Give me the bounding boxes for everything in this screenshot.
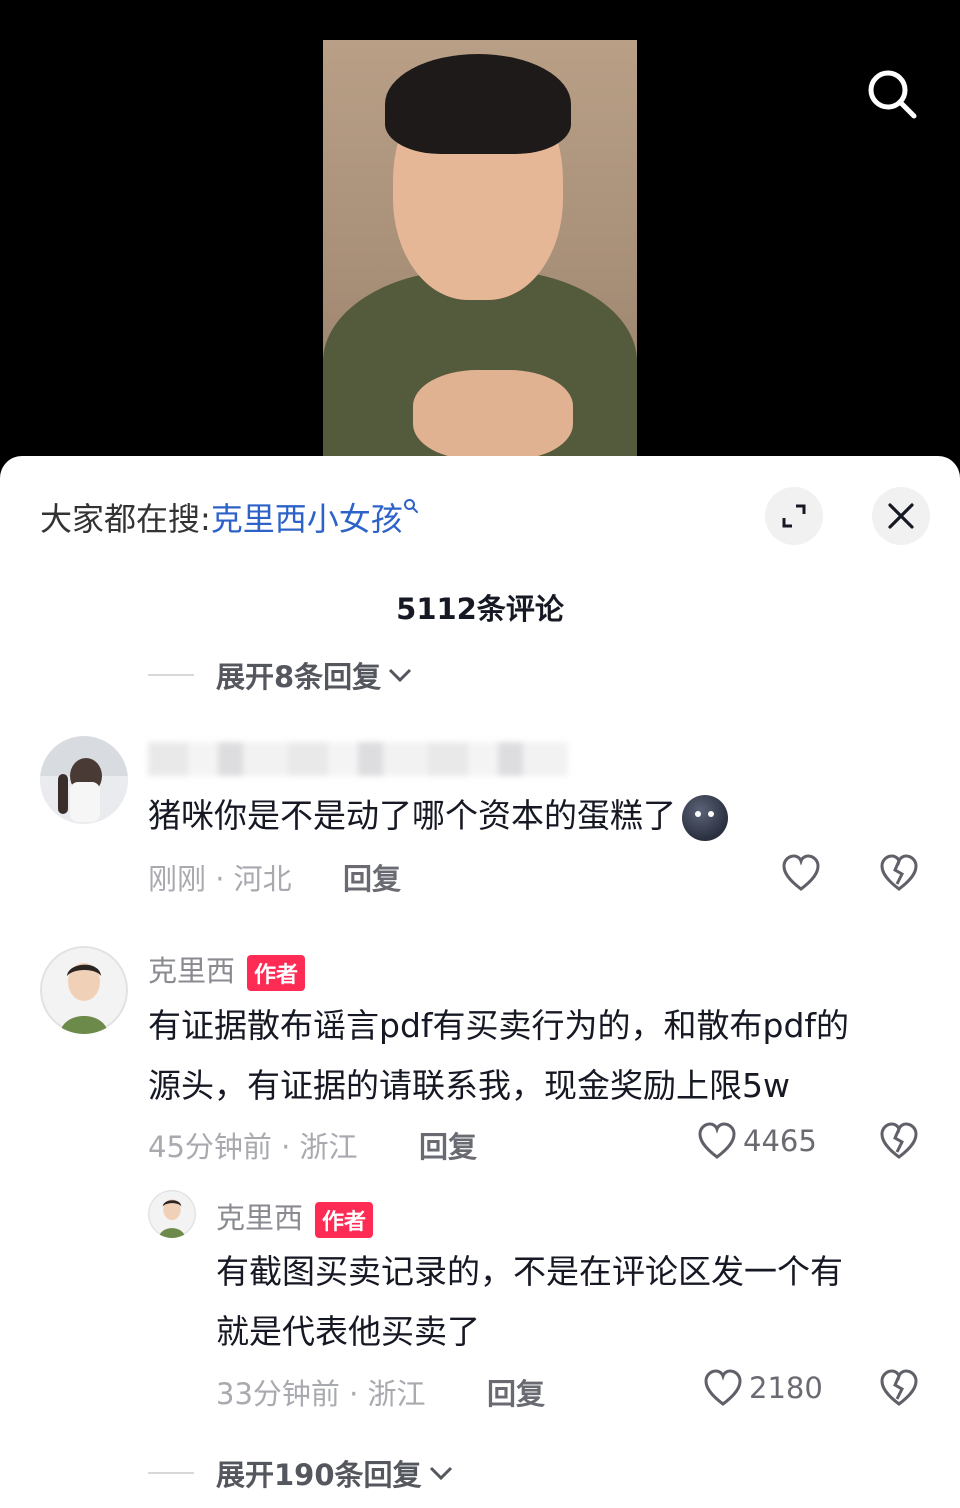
reply-text: 有截图买卖记录的，不是在评论区发一个有 就是代表他买卖了 [216, 1252, 843, 1351]
search-icon [868, 70, 917, 119]
avatar[interactable] [40, 736, 128, 824]
comment-count: 5112条评论 [396, 592, 564, 626]
author-name[interactable]: 克里西 作者 [216, 1195, 374, 1238]
user-avatar-image [40, 736, 128, 824]
search-small-icon [403, 499, 418, 513]
broken-heart-icon [880, 854, 918, 891]
expand-replies-label: 展开190条回复 [216, 1458, 422, 1492]
author-avatar-image [148, 1190, 196, 1238]
author-badge: 作者 [247, 955, 306, 991]
hot-search-bar[interactable]: 大家都在搜:克里西小女孩 [40, 494, 419, 540]
reply-button[interactable]: 回复 [343, 856, 401, 898]
like-button[interactable]: 2180 [703, 1369, 823, 1407]
chevron-down-icon [389, 668, 412, 683]
hot-search-term[interactable]: 克里西小女孩 [211, 500, 403, 538]
moon-face-emoji-icon [682, 794, 728, 841]
heart-icon [698, 1122, 736, 1159]
chevron-down-icon [429, 1466, 452, 1481]
blurred-username [148, 742, 568, 776]
heart-icon [704, 1369, 742, 1406]
comment-meta: 45分钟前 · 浙江 [148, 1130, 358, 1164]
author-avatar-small[interactable] [148, 1190, 196, 1238]
divider [148, 1472, 194, 1474]
broken-heart-icon [880, 1122, 918, 1159]
dislike-button[interactable] [879, 854, 919, 896]
author-avatar[interactable] [40, 946, 128, 1034]
author-avatar-image [40, 946, 128, 1034]
reply-button[interactable]: 回复 [487, 1371, 545, 1413]
video-person-hair [385, 54, 571, 154]
dislike-button[interactable] [879, 1122, 919, 1164]
close-button[interactable] [872, 487, 930, 545]
like-button[interactable] [781, 854, 821, 892]
expand-replies-top[interactable]: 展开8条回复 [148, 654, 413, 696]
expand-replies-bottom[interactable]: 展开190条回复 [148, 1452, 454, 1494]
dislike-button[interactable] [879, 1369, 919, 1411]
video-frame [323, 40, 637, 470]
author-badge: 作者 [315, 1202, 374, 1238]
heart-icon [782, 854, 820, 891]
like-button[interactable]: 4465 [697, 1122, 817, 1160]
hot-search-prefix: 大家都在搜: [40, 500, 211, 538]
fullscreen-button[interactable] [765, 487, 823, 545]
expand-replies-label: 展开8条回复 [216, 660, 382, 694]
divider [148, 674, 194, 676]
broken-heart-icon [880, 1369, 918, 1406]
comment-text: 有证据散布谣言pdf有买卖行为的，和散布pdf的 源头，有证据的请联系我，现金奖… [148, 1006, 850, 1105]
expand-icon [782, 504, 806, 528]
like-count: 4465 [743, 1124, 817, 1158]
close-icon [888, 503, 914, 529]
comment-text: 猪咪你是不是动了哪个资本的蛋糕了 [148, 786, 728, 846]
reply-button[interactable]: 回复 [419, 1124, 477, 1166]
video-player[interactable] [0, 0, 960, 470]
reply-meta: 33分钟前 · 浙江 [216, 1377, 426, 1411]
video-person-hands [413, 370, 573, 460]
author-name[interactable]: 克里西 作者 [148, 948, 306, 991]
search-button[interactable] [862, 64, 922, 124]
comment-meta: 刚刚 · 河北 [148, 862, 292, 896]
like-count: 2180 [749, 1371, 823, 1405]
comment-panel: 大家都在搜:克里西小女孩 5112条评论 展开8条回复 猪咪你是不是动了哪个资本… [0, 456, 960, 1508]
